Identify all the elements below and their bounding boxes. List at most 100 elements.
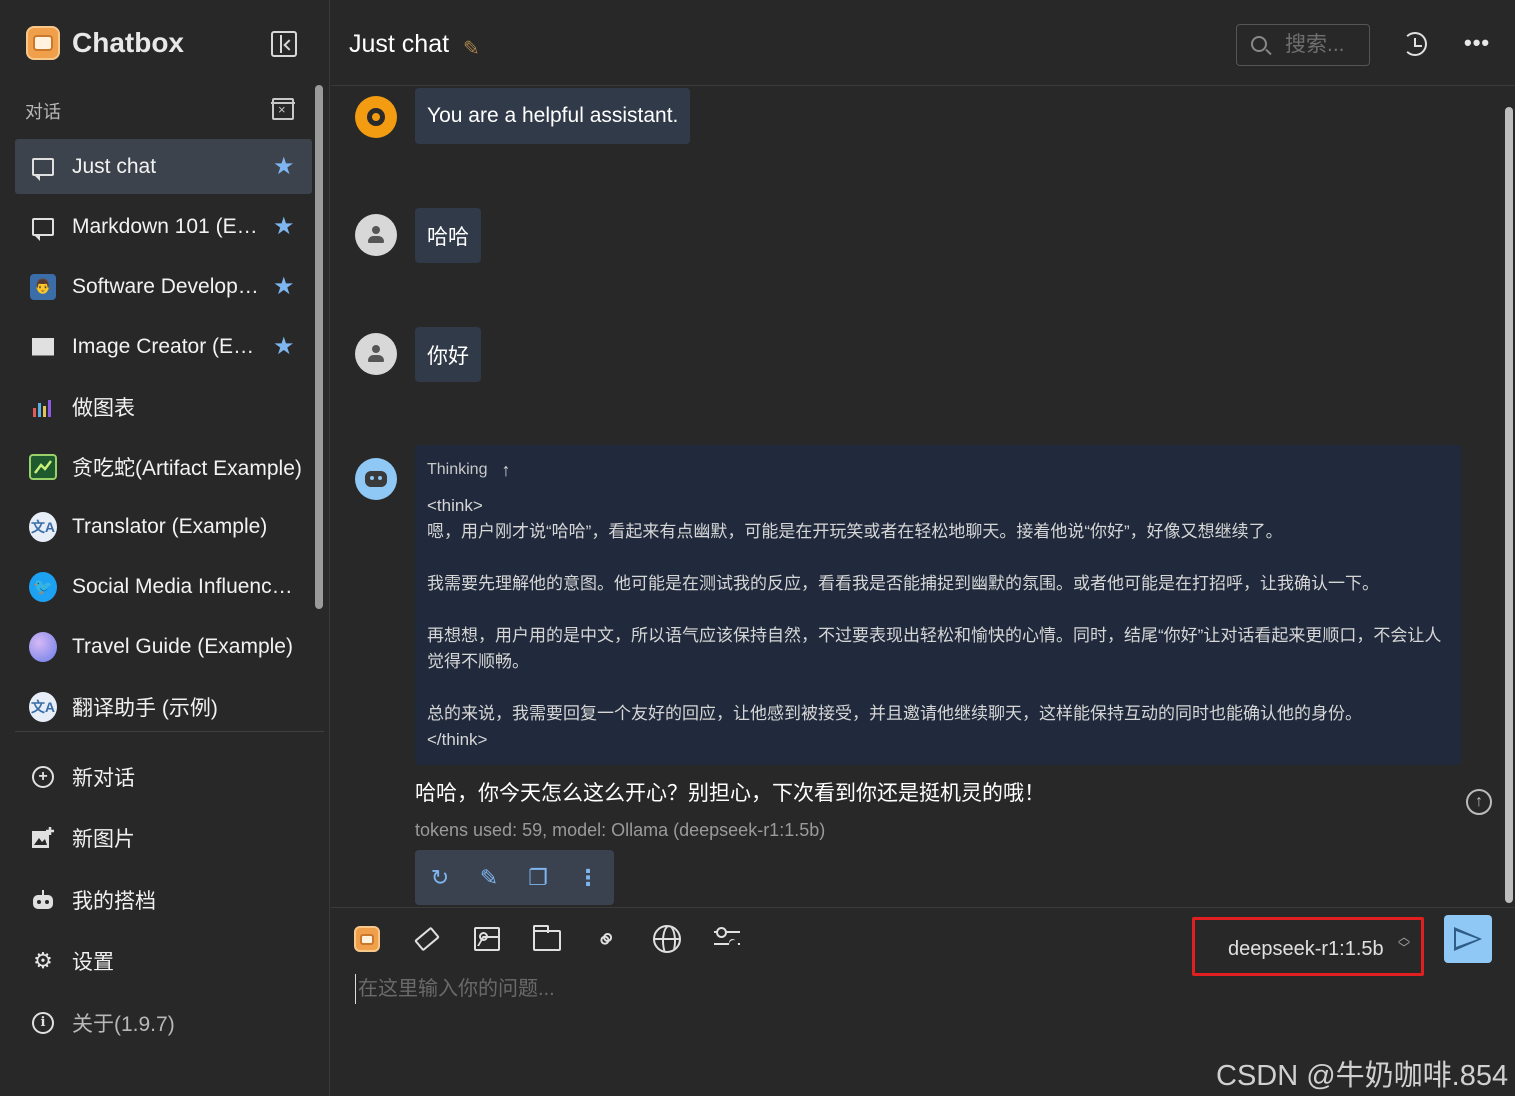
message-meta: tokens used: 59, model: Ollama (deepseek… (415, 820, 826, 840)
chat-title: Just chat (349, 30, 450, 58)
session-item[interactable]: Travel Guide (Example) (15, 619, 312, 674)
session-item[interactable]: 🐦 Social Media Influencer (Example) (15, 559, 312, 614)
user-message: 哈哈 (415, 208, 481, 263)
translator-avatar-icon: 文A (29, 511, 57, 542)
translator-avatar-icon: 文A (29, 691, 57, 722)
star-icon[interactable]: ★ (273, 152, 295, 181)
new-chat-button[interactable]: + 新对话 (15, 746, 312, 808)
session-item[interactable]: 文A Translator (Example) (15, 499, 312, 554)
app-title: Chatbox (72, 27, 184, 58)
message-input[interactable] (355, 974, 1455, 1004)
thinking-label: Thinking (427, 461, 488, 478)
chat-scrollbar[interactable] (1505, 107, 1513, 903)
model-selector[interactable]: deepseek-r1:1.5b ︿ ﹀ (1192, 917, 1424, 976)
system-avatar-gear-icon (355, 96, 397, 138)
session-label: Software Developer (Example) (72, 274, 262, 298)
user-avatar-icon (355, 214, 397, 256)
chat-bubble-icon (29, 153, 57, 181)
session-label: Social Media Influencer (Example) (72, 574, 304, 598)
regenerate-icon[interactable]: ↻ (428, 866, 452, 890)
more-actions-icon[interactable]: ⋮ (576, 866, 600, 890)
chart-avatar-icon (29, 393, 57, 421)
copilot-logo-icon[interactable] (352, 924, 382, 954)
sidebar-menu: + 新对话 新图片 我的搭档 ⚙ 设置 i 关于(1.9.7) (15, 746, 312, 1054)
session-label: Image Creator (Example) (72, 334, 262, 358)
attach-file-folder-icon[interactable] (532, 924, 562, 954)
edit-message-icon[interactable]: ✎ (477, 866, 501, 890)
star-icon[interactable]: ★ (273, 272, 295, 301)
model-name: deepseek-r1:1.5b (1228, 938, 1384, 960)
sidebar: Chatbox 对话 Just chat ★ Markdown 101 (Exa… (0, 0, 330, 1096)
think-paragraph: 嗯，用户刚才说“哈哈”，看起来有点幽默，可能是在开玩笑或者在轻松地聊天。接着他说… (427, 522, 1283, 541)
collapse-arrow-up-icon[interactable]: ↑ (501, 460, 510, 481)
message-list: You are a helpful assistant. 哈哈 你好 Think… (331, 87, 1515, 907)
menu-label: 新对话 (72, 766, 135, 790)
menu-label: 关于(1.9.7) (72, 1012, 175, 1036)
twitter-avatar-icon: 🐦 (29, 571, 57, 602)
conversations-section-label: 对话 (25, 102, 61, 122)
edit-title-icon[interactable]: ✎ (463, 36, 480, 61)
image-icon (29, 333, 57, 361)
chatbox-logo-icon (26, 26, 60, 60)
snake-avatar-icon (29, 453, 57, 481)
clear-conversations-icon[interactable] (271, 98, 295, 120)
think-paragraph: 我需要先理解他的意图。他可能是在测试我的反应，看看我是否能捕捉到幽默的氛围。或者… (427, 574, 1379, 593)
session-label: Travel Guide (Example) (72, 634, 293, 658)
sidebar-divider (15, 731, 324, 732)
my-copilots-button[interactable]: 我的搭档 (15, 869, 312, 931)
send-icon (1454, 927, 1482, 951)
session-item[interactable]: 文A 翻译助手 (示例) (15, 679, 312, 734)
session-label: 做图表 (72, 396, 135, 420)
user-avatar-icon (355, 333, 397, 375)
thinking-toggle[interactable]: Thinking ↑ (427, 459, 1449, 481)
message-actions: ↻ ✎ ❐ ⋮ (415, 850, 614, 905)
thinking-block: Thinking ↑ <think> 嗯，用户刚才说“哈哈”，看起来有点幽默，可… (415, 445, 1461, 765)
watermark: CSDN @牛奶咖啡.854 (1216, 1060, 1509, 1092)
send-button[interactable] (1444, 915, 1492, 963)
collapse-sidebar-icon[interactable] (271, 31, 297, 57)
session-item[interactable]: Just chat ★ (15, 139, 312, 194)
think-open-tag: <think> (427, 496, 483, 515)
session-item[interactable]: Image Creator (Example) ★ (15, 319, 312, 374)
session-item[interactable]: 贪吃蛇(Artifact Example) (15, 439, 312, 494)
session-label: Markdown 101 (Example) (72, 214, 262, 238)
scroll-to-top-icon[interactable]: ↑ (1466, 789, 1492, 815)
think-paragraph: 再想想，用户用的是中文，所以语气应该保持自然，不过要表现出轻松和愉快的心情。同时… (427, 626, 1442, 671)
session-item[interactable]: 👨 Software Developer (Example) ★ (15, 259, 312, 314)
new-image-button[interactable]: 新图片 (15, 808, 312, 870)
clear-context-eraser-icon[interactable] (412, 924, 442, 954)
history-icon[interactable] (1403, 32, 1427, 56)
assistant-answer: 哈哈，你今天怎么这么开心？别担心，下次看到你还是挺机灵的哦！ (415, 782, 1045, 805)
gear-icon: ⚙ (33, 948, 53, 974)
brand: Chatbox (26, 26, 184, 60)
chat-header: Just chat ✎ ••• (331, 0, 1515, 86)
attach-image-icon[interactable] (472, 924, 502, 954)
chat-bubble-icon (29, 213, 57, 241)
chat-settings-sliders-icon[interactable] (712, 924, 742, 954)
think-close-tag: </think> (427, 730, 488, 749)
search-input[interactable] (1285, 33, 1365, 57)
about-button[interactable]: i 关于(1.9.7) (15, 992, 312, 1054)
user-message: 你好 (415, 327, 481, 382)
menu-label: 设置 (72, 951, 114, 975)
attach-link-icon[interactable]: ⚭ (588, 920, 625, 957)
star-icon[interactable]: ★ (273, 332, 295, 361)
web-browsing-globe-icon[interactable] (652, 924, 682, 954)
settings-button[interactable]: ⚙ 设置 (15, 931, 312, 993)
developer-avatar-icon: 👨 (29, 273, 57, 301)
think-paragraph: 总的来说，我需要回复一个友好的回应，让他感到被接受，并且邀请他继续聊天，这样能保… (427, 704, 1362, 723)
star-icon[interactable]: ★ (273, 212, 295, 241)
copy-icon[interactable]: ❐ (526, 866, 550, 890)
session-item[interactable]: 做图表 (15, 379, 312, 434)
more-options-icon[interactable]: ••• (1464, 30, 1490, 56)
sidebar-scrollbar[interactable] (315, 85, 323, 609)
session-list: Just chat ★ Markdown 101 (Example) ★ 👨 S… (15, 139, 312, 739)
menu-label: 新图片 (72, 828, 135, 852)
robot-icon (30, 887, 56, 913)
search-box[interactable] (1236, 24, 1370, 66)
search-icon (1251, 36, 1267, 52)
thinking-content: <think> 嗯，用户刚才说“哈哈”，看起来有点幽默，可能是在开玩笑或者在轻松… (427, 493, 1449, 753)
assistant-avatar-robot-icon (355, 458, 397, 500)
session-item[interactable]: Markdown 101 (Example) ★ (15, 199, 312, 254)
menu-label: 我的搭档 (72, 889, 156, 913)
